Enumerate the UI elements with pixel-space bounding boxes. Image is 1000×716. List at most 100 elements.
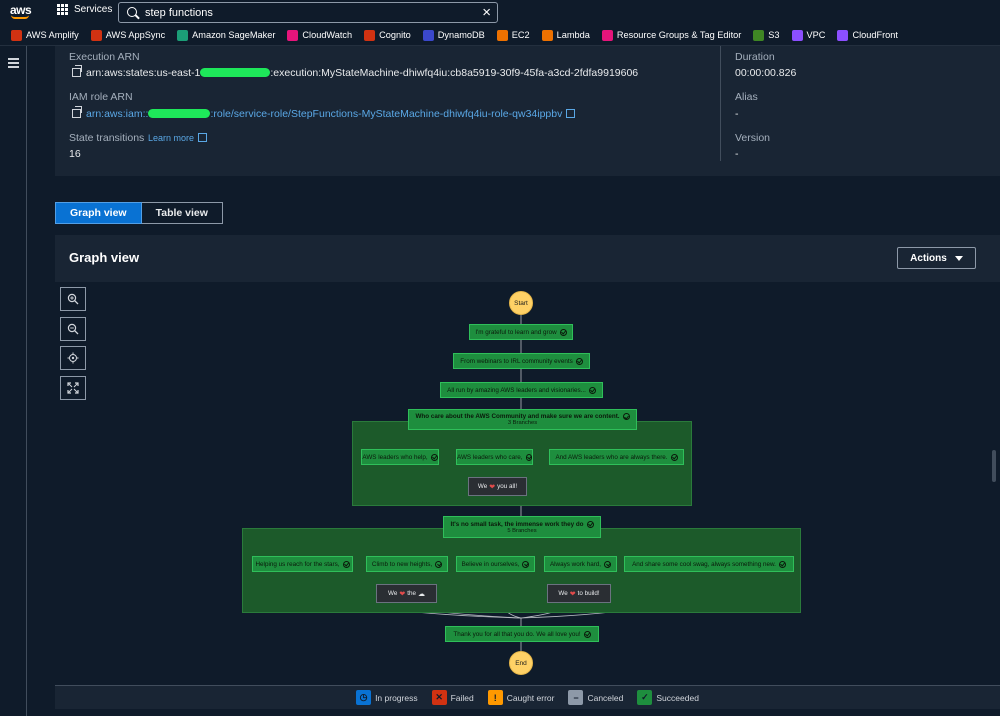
success-check-icon [435,560,443,568]
tab-table-view[interactable]: Table view [141,202,223,224]
favorite-link[interactable]: CloudFront [837,29,898,41]
branch-node[interactable]: And share some cool swag, always somethi… [624,556,794,572]
zoom-in-icon [67,293,79,305]
legend-status-icon: ! [487,690,503,705]
version-value: - [735,148,739,160]
favorite-link[interactable]: AWS Amplify [11,29,79,41]
center-button[interactable] [60,346,86,370]
favorite-link[interactable]: Resource Groups & Tag Editor [601,29,741,41]
parallel-state-node[interactable]: It's no small task, the immense work the… [443,516,601,538]
learn-more-link[interactable]: Learn more [148,133,208,143]
favorite-link[interactable]: Lambda [541,29,590,41]
favorite-link[interactable]: Amazon SageMaker [177,29,275,41]
copy-icon[interactable] [72,106,82,118]
legend-label: In progress [375,692,418,703]
pass-node[interactable]: We ❤ you all! [468,477,527,496]
service-icon [541,29,553,41]
step-label: Climb to new heights, [371,560,433,568]
tab-graph-view[interactable]: Graph view [55,202,142,224]
pass-node[interactable]: We ❤ the ☁ [376,584,437,603]
redaction-mark [200,68,271,77]
branch-node[interactable]: Always work hard, [544,556,617,572]
legend-label: Canceled [587,692,624,703]
step-label: All run by amazing AWS leaders and visio… [447,386,586,394]
vertical-scrollbar[interactable] [992,450,996,482]
step-node[interactable]: I'm grateful to learn and grow [469,324,573,340]
favorite-label: EC2 [511,30,530,40]
actions-button[interactable]: Actions [897,247,976,269]
favorite-link[interactable]: S3 [753,29,780,41]
parallel-title: Who care about the AWS Community and mak… [415,413,630,420]
favorite-label: AWS Amplify [26,30,79,40]
view-toggle: Graph view Table view [55,202,223,224]
top-navigation: aws Services × [0,0,1000,25]
branch-node[interactable]: AWS leaders who care, [456,449,533,465]
aws-logo-smile [11,15,29,19]
services-label: Services [74,4,113,15]
success-check-icon [778,560,786,568]
start-node[interactable]: Start [509,291,533,315]
execution-details: Execution ARN arn:aws:states:us-east-1:e… [55,46,1000,176]
step-label: From webinars to IRL community events [460,357,573,365]
search-box[interactable]: × [118,2,498,23]
favorite-label: Cognito [379,30,411,40]
favorite-link[interactable]: DynamoDB [422,29,485,41]
legend-status-icon: − [568,690,584,705]
pass-node[interactable]: We ❤ to build! [547,584,611,603]
service-icon [11,29,22,41]
service-icon [791,29,803,41]
step-label: I'm grateful to learn and grow [475,328,557,336]
step-label: Helping us reach for the stars, [255,560,340,568]
step-label: We [477,483,488,490]
learn-more-text: Learn more [148,133,195,143]
column-divider [720,46,721,161]
iam-role-link[interactable]: arn:aws:iam:::role/service-role/StepFunc… [72,106,576,120]
success-check-icon [670,453,678,461]
step-node[interactable]: Thank you for all that you do. We all lo… [445,626,599,642]
clear-search-icon[interactable]: × [482,4,491,21]
parallel-state-node[interactable]: Who care about the AWS Community and mak… [408,409,637,430]
favorite-link[interactable]: AWS AppSync [90,29,166,41]
success-check-icon [575,357,583,365]
caret-down-icon [954,255,963,261]
services-button[interactable]: Services [57,4,112,15]
legend-status-icon: ✕ [431,690,447,705]
favorite-label: Lambda [556,30,590,40]
favorite-link[interactable]: Cognito [364,29,411,41]
branch-node[interactable]: Believe in ourselves, [456,556,535,572]
success-check-icon [588,386,596,394]
step-label: And AWS leaders who are always there. [555,453,668,461]
zoom-out-button[interactable] [60,317,86,341]
branch-node[interactable]: AWS leaders who help, [361,449,439,465]
search-input[interactable] [145,5,475,20]
favorite-link[interactable]: CloudWatch [287,29,352,41]
copy-icon[interactable] [72,65,82,77]
search-icon [127,7,137,17]
branch-node[interactable]: And AWS leaders who are always there. [549,449,684,465]
execution-arn-prefix: arn:aws:states:us-east-1 [86,67,201,79]
branch-node[interactable]: Helping us reach for the stars, [252,556,353,572]
legend-label: Failed [450,692,474,703]
success-check-icon [559,328,567,336]
step-label: to build! [577,590,600,597]
favorite-label: AWS AppSync [105,30,166,40]
crosshair-icon [67,352,79,364]
fit-to-screen-button[interactable] [60,376,86,400]
branch-node[interactable]: Climb to new heights, [366,556,448,572]
menu-icon[interactable] [8,58,19,68]
duration-label: Duration [735,51,775,63]
end-node[interactable]: End [509,651,533,675]
step-node[interactable]: From webinars to IRL community events [453,353,590,369]
step-label: Always work hard, [549,560,602,568]
zoom-in-button[interactable] [60,287,86,311]
service-icon [496,29,508,41]
service-icon [287,29,299,41]
favorite-link[interactable]: VPC [791,29,825,41]
favorite-link[interactable]: EC2 [496,29,530,41]
iam-role-label: IAM role ARN [69,91,133,103]
favorite-label: CloudFront [852,30,898,40]
step-node[interactable]: All run by amazing AWS leaders and visio… [440,382,603,398]
success-check-icon [342,560,350,568]
actions-label: Actions [910,252,947,264]
success-check-icon [522,560,530,568]
